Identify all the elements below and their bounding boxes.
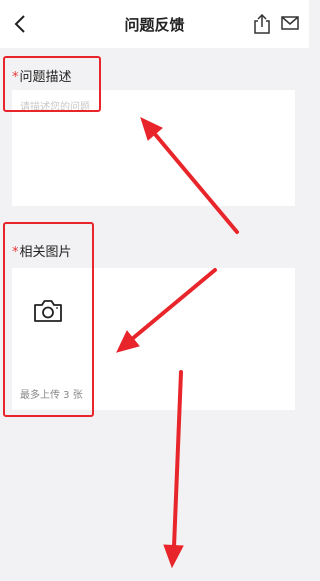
highlight-box-images [3, 222, 94, 417]
arrow-head-3 [163, 544, 184, 569]
share-icon[interactable] [253, 14, 271, 34]
highlight-box-description [3, 56, 101, 112]
mail-icon[interactable] [281, 15, 299, 31]
navigation-bar: 问题反馈 [0, 0, 309, 48]
